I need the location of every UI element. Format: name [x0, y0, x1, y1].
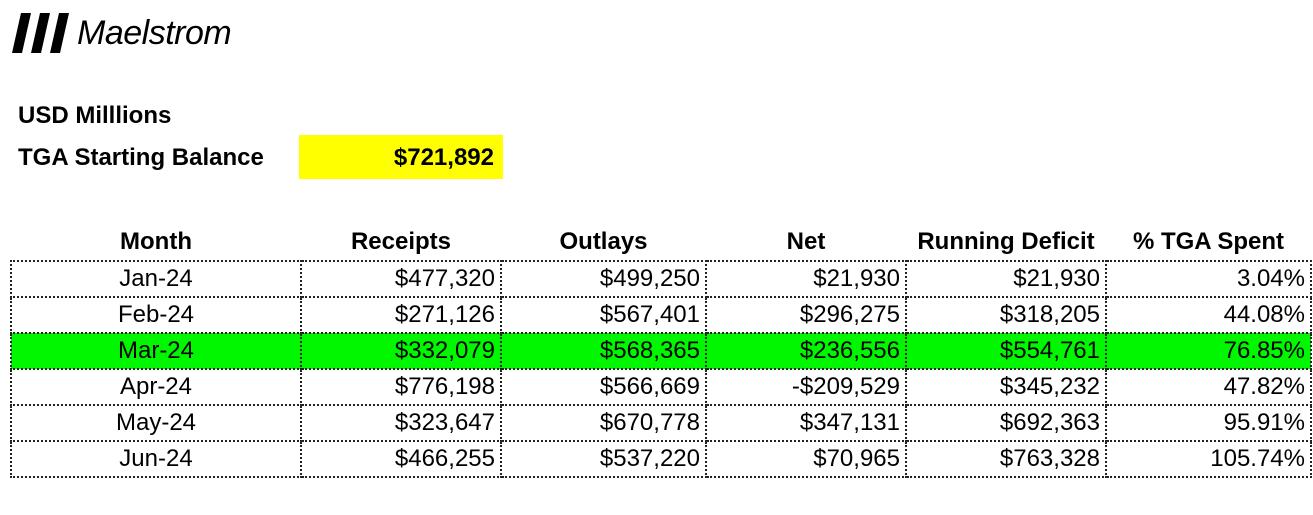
cell-month: Apr-24: [10, 368, 302, 406]
tga-starting-balance-label: TGA Starting Balance: [18, 144, 264, 171]
cell-receipts: $323,647: [300, 404, 502, 442]
tga-starting-balance-value: $721,892: [299, 135, 503, 179]
header-outlays: Outlays: [559, 227, 648, 255]
header-net: Net: [786, 227, 826, 255]
cell-tga-spent: 105.74%: [1105, 440, 1312, 478]
cell-running-deficit: $554,761: [905, 332, 1107, 370]
cell-outlays: $537,220: [500, 440, 707, 478]
header-running-deficit: Running Deficit: [917, 227, 1095, 255]
cell-running-deficit: $692,363: [905, 404, 1107, 442]
cell-receipts: $332,079: [300, 332, 502, 370]
cell-net: $347,131: [705, 404, 907, 442]
cell-net: -$209,529: [705, 368, 907, 406]
table-row: Jan-24 $477,320 $499,250 $21,930 $21,930 3.04…: [10, 260, 1312, 298]
table-row: May-24 $323,647 $670,778 $347,131 $692,363 95…: [10, 404, 1312, 442]
cell-tga-spent: 3.04%: [1105, 260, 1312, 298]
cell-net: $21,930: [705, 260, 907, 298]
brand-name: Maelstrom: [77, 14, 232, 52]
cell-month: Mar-24: [10, 332, 302, 370]
cell-tga-spent: 95.91%: [1105, 404, 1312, 442]
table-row: Feb-24 $271,126 $567,401 $296,275 $318,205 44…: [10, 296, 1312, 334]
cell-month: May-24: [10, 404, 302, 442]
header-month: Month: [120, 227, 192, 255]
cell-tga-spent: 47.82%: [1105, 368, 1312, 406]
table-row: Jun-24 $466,255 $537,220 $70,965 $763,328 105…: [10, 440, 1312, 478]
cell-month: Jun-24: [10, 440, 302, 478]
cell-running-deficit: $345,232: [905, 368, 1107, 406]
cell-outlays: $670,778: [500, 404, 707, 442]
cell-net: $296,275: [705, 296, 907, 334]
cell-running-deficit: $21,930: [905, 260, 1107, 298]
cell-outlays: $568,365: [500, 332, 707, 370]
table-row: Mar-24 $332,079 $568,365 $236,556 $554,761 76…: [10, 332, 1312, 370]
cell-outlays: $567,401: [500, 296, 707, 334]
cell-outlays: $566,669: [500, 368, 707, 406]
cell-net: $70,965: [705, 440, 907, 478]
header-tga-spent: % TGA Spent: [1132, 227, 1285, 255]
cell-tga-spent: 44.08%: [1105, 296, 1312, 334]
cell-running-deficit: $318,205: [905, 296, 1107, 334]
cell-tga-spent: 76.85%: [1105, 332, 1312, 370]
units-label: USD Milllions: [18, 102, 172, 129]
cell-net: $236,556: [705, 332, 907, 370]
cell-outlays: $499,250: [500, 260, 707, 298]
cell-running-deficit: $763,328: [905, 440, 1107, 478]
cell-receipts: $477,320: [300, 260, 502, 298]
table-header-row: Month Receipts Outlays Net Running Defic…: [11, 223, 1311, 261]
table-row: Apr-24 $776,198 $566,669 -$209,529 $345,232 4…: [10, 368, 1312, 406]
cell-receipts: $271,126: [300, 296, 502, 334]
cell-month: Feb-24: [10, 296, 302, 334]
cell-receipts: $466,255: [300, 440, 502, 478]
brand-logo: Maelstrom: [12, 13, 232, 53]
cell-month: Jan-24: [10, 260, 302, 298]
cell-receipts: $776,198: [300, 368, 502, 406]
deficit-table: Month Receipts Outlays Net Running Defic…: [10, 223, 1312, 478]
header-receipts: Receipts: [350, 227, 452, 255]
three-slanted-bars-icon: [12, 13, 69, 53]
